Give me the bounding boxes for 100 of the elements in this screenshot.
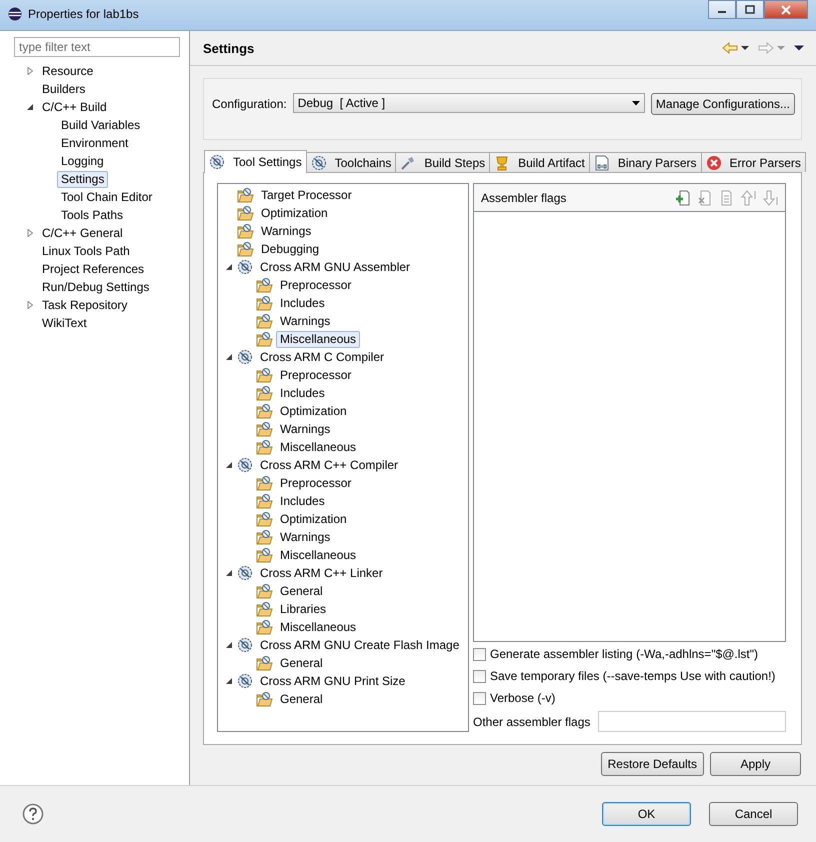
folder-gear-icon [256,529,273,545]
tree-item[interactable]: Includes [276,384,329,402]
folder-gear-icon [256,619,273,635]
maximize-button[interactable] [736,0,764,19]
tree-item[interactable]: Cross ARM GNU Assembler [256,258,414,276]
folder-gear-icon [256,493,273,509]
tree-item[interactable]: Cross ARM C++ Compiler [256,456,402,474]
expand-toggle-icon[interactable] [26,103,34,111]
tree-item[interactable]: Miscellaneous [276,330,360,348]
tab[interactable]: Build Artifact [489,152,590,172]
nav-item[interactable]: Settings [57,170,108,188]
folder-gear-icon [256,403,273,419]
folder-gear-icon [237,223,254,239]
tree-item[interactable]: Warnings [276,312,334,330]
tab[interactable]: Toolchains [306,152,396,172]
minimize-button[interactable] [708,0,736,19]
tree-item[interactable]: Optimization [257,204,332,222]
ok-button[interactable]: OK [602,802,691,826]
document-x-icon[interactable] [697,190,713,206]
nav-item[interactable]: Tool Chain Editor [57,188,156,206]
expand-toggle-icon[interactable] [225,677,233,685]
tree-item[interactable]: Warnings [276,528,334,546]
nav-item[interactable]: C/C++ Build [38,98,111,116]
checkbox[interactable] [473,692,486,705]
view-menu-icon[interactable] [794,45,804,51]
expand-toggle-icon[interactable] [26,67,34,75]
tree-item[interactable]: Preprocessor [276,366,356,384]
expand-toggle-icon[interactable] [225,569,233,577]
nav-item[interactable]: WikiText [38,314,91,332]
expand-toggle-icon[interactable] [225,461,233,469]
tree-item[interactable]: Preprocessor [276,474,356,492]
folder-gear-icon [256,277,273,293]
folder-gear-icon [256,331,273,347]
manage-configurations-button[interactable]: Manage Configurations... [650,93,795,115]
apply-button[interactable]: Apply [710,752,801,776]
tab[interactable]: Tool Settings [204,150,307,173]
tree-item[interactable]: Warnings [257,222,316,240]
tree-item[interactable]: General [276,582,327,600]
tree-item[interactable]: Miscellaneous [276,438,360,456]
tree-item[interactable]: Cross ARM GNU Print Size [256,672,410,690]
tree-item[interactable]: Miscellaneous [276,546,360,564]
tree-item[interactable]: Optimization [276,510,351,528]
expand-toggle-icon[interactable] [225,641,233,649]
folder-gear-icon [237,241,254,257]
nav-item[interactable]: Linux Tools Path [38,242,134,260]
maximize-icon [745,5,755,14]
expand-toggle-icon[interactable] [225,263,233,271]
folder-gear-icon [256,691,273,707]
tree-item[interactable]: Debugging [257,240,324,258]
expand-toggle-icon[interactable] [26,301,34,309]
tree-item[interactable]: Optimization [276,402,351,420]
arrow-down-icon[interactable] [763,190,779,206]
nav-item[interactable]: Run/Debug Settings [38,278,154,296]
tree-item[interactable]: Cross ARM GNU Create Flash Image [256,636,464,654]
folder-gear-icon [237,205,254,221]
configuration-dropdown[interactable]: Debug [ Active ] [292,93,645,113]
nav-item[interactable]: C/C++ General [38,224,127,242]
tree-item[interactable]: Warnings [276,420,334,438]
tree-item[interactable]: General [276,654,327,672]
tree-item[interactable]: Includes [276,492,329,510]
nav-item[interactable]: Project References [38,260,148,278]
tree-item[interactable]: General [276,690,327,708]
nav-item[interactable]: Builders [38,80,90,98]
document-plus-icon[interactable] [675,190,691,206]
help-icon[interactable] [22,803,44,825]
nav-item[interactable]: Task Repository [38,296,132,314]
gear-icon [237,457,253,473]
nav-item[interactable]: Environment [57,134,132,152]
tree-item[interactable]: Miscellaneous [276,618,360,636]
nav-item[interactable]: Resource [38,62,98,80]
input-field[interactable] [598,711,786,732]
tree-item[interactable]: Cross ARM C++ Linker [256,564,387,582]
expand-toggle-icon[interactable] [26,229,34,237]
nav-item[interactable]: Tools Paths [57,206,128,224]
gear-icon [237,349,253,365]
expand-toggle-icon[interactable] [225,353,233,361]
tree-item[interactable]: Includes [276,294,329,312]
gear-icon [237,259,253,275]
cancel-button[interactable]: Cancel [709,802,798,826]
folder-gear-icon [256,421,273,437]
checkbox[interactable] [473,648,486,661]
gear-icon [237,673,253,689]
tab[interactable]: Binary Parsers [588,152,702,172]
filter-field[interactable]: type filter text [14,37,180,57]
tree-item[interactable]: Libraries [276,600,330,618]
checkbox[interactable] [473,670,486,683]
tree-item[interactable]: Cross ARM C Compiler [256,348,388,366]
nav-item[interactable]: Logging [57,152,108,170]
dropdown-icon[interactable] [741,45,749,51]
gear-icon [310,154,327,170]
restore-defaults-button[interactable]: Restore Defaults [600,752,704,776]
nav-item[interactable]: Build Variables [57,116,144,134]
list-title: Assembler flags [481,190,566,204]
arrow-up-icon[interactable] [741,190,757,206]
gear-icon [237,565,253,581]
tab[interactable]: Error Parsers [700,152,806,172]
tree-item[interactable]: Preprocessor [276,276,356,294]
close-button[interactable] [764,0,808,19]
tree-item[interactable]: Target Processor [257,186,356,204]
tab[interactable]: Build Steps [395,152,490,172]
